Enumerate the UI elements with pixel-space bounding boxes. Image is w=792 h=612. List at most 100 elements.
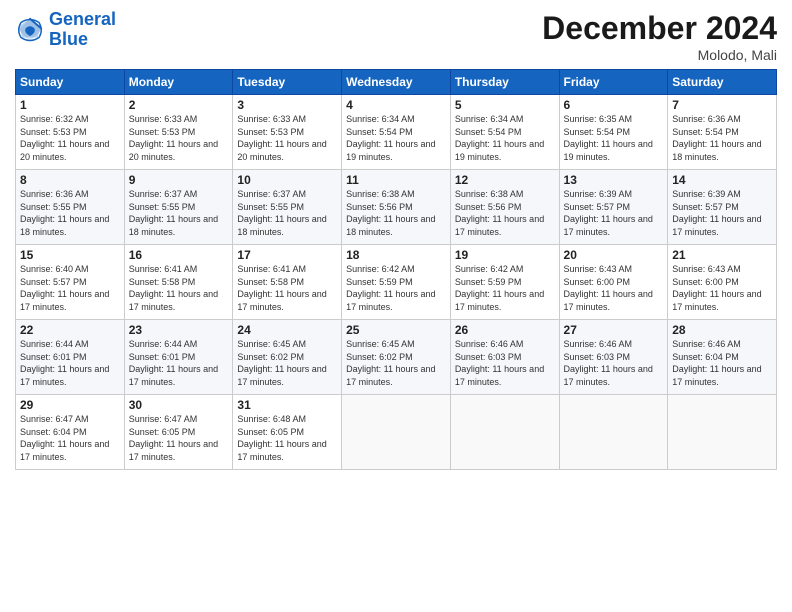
day-cell: 25 Sunrise: 6:45 AM Sunset: 6:02 PM Dayl… bbox=[342, 320, 451, 395]
weekday-row: Sunday Monday Tuesday Wednesday Thursday… bbox=[16, 70, 777, 95]
day-number: 2 bbox=[129, 98, 229, 112]
week-row-2: 8 Sunrise: 6:36 AM Sunset: 5:55 PM Dayli… bbox=[16, 170, 777, 245]
day-info: Sunrise: 6:36 AM Sunset: 5:55 PM Dayligh… bbox=[20, 188, 120, 238]
day-info: Sunrise: 6:43 AM Sunset: 6:00 PM Dayligh… bbox=[672, 263, 772, 313]
day-number: 26 bbox=[455, 323, 555, 337]
day-cell bbox=[668, 395, 777, 470]
day-number: 5 bbox=[455, 98, 555, 112]
logo-line1: General bbox=[49, 9, 116, 29]
logo-icon bbox=[15, 15, 45, 45]
subtitle: Molodo, Mali bbox=[542, 47, 777, 63]
day-number: 6 bbox=[564, 98, 664, 112]
day-info: Sunrise: 6:38 AM Sunset: 5:56 PM Dayligh… bbox=[346, 188, 446, 238]
day-info: Sunrise: 6:42 AM Sunset: 5:59 PM Dayligh… bbox=[455, 263, 555, 313]
day-cell: 13 Sunrise: 6:39 AM Sunset: 5:57 PM Dayl… bbox=[559, 170, 668, 245]
day-cell: 22 Sunrise: 6:44 AM Sunset: 6:01 PM Dayl… bbox=[16, 320, 125, 395]
day-info: Sunrise: 6:43 AM Sunset: 6:00 PM Dayligh… bbox=[564, 263, 664, 313]
day-cell: 11 Sunrise: 6:38 AM Sunset: 5:56 PM Dayl… bbox=[342, 170, 451, 245]
day-number: 16 bbox=[129, 248, 229, 262]
day-number: 4 bbox=[346, 98, 446, 112]
day-number: 19 bbox=[455, 248, 555, 262]
logo: General Blue bbox=[15, 10, 116, 50]
day-number: 11 bbox=[346, 173, 446, 187]
day-cell: 6 Sunrise: 6:35 AM Sunset: 5:54 PM Dayli… bbox=[559, 95, 668, 170]
week-row-1: 1 Sunrise: 6:32 AM Sunset: 5:53 PM Dayli… bbox=[16, 95, 777, 170]
day-cell: 12 Sunrise: 6:38 AM Sunset: 5:56 PM Dayl… bbox=[450, 170, 559, 245]
day-number: 23 bbox=[129, 323, 229, 337]
day-number: 8 bbox=[20, 173, 120, 187]
calendar-header: Sunday Monday Tuesday Wednesday Thursday… bbox=[16, 70, 777, 95]
day-info: Sunrise: 6:34 AM Sunset: 5:54 PM Dayligh… bbox=[455, 113, 555, 163]
day-number: 25 bbox=[346, 323, 446, 337]
day-info: Sunrise: 6:46 AM Sunset: 6:03 PM Dayligh… bbox=[564, 338, 664, 388]
day-cell: 19 Sunrise: 6:42 AM Sunset: 5:59 PM Dayl… bbox=[450, 245, 559, 320]
day-number: 14 bbox=[672, 173, 772, 187]
day-info: Sunrise: 6:46 AM Sunset: 6:03 PM Dayligh… bbox=[455, 338, 555, 388]
day-cell: 20 Sunrise: 6:43 AM Sunset: 6:00 PM Dayl… bbox=[559, 245, 668, 320]
day-info: Sunrise: 6:35 AM Sunset: 5:54 PM Dayligh… bbox=[564, 113, 664, 163]
day-cell: 28 Sunrise: 6:46 AM Sunset: 6:04 PM Dayl… bbox=[668, 320, 777, 395]
day-cell: 8 Sunrise: 6:36 AM Sunset: 5:55 PM Dayli… bbox=[16, 170, 125, 245]
day-info: Sunrise: 6:48 AM Sunset: 6:05 PM Dayligh… bbox=[237, 413, 337, 463]
day-cell: 1 Sunrise: 6:32 AM Sunset: 5:53 PM Dayli… bbox=[16, 95, 125, 170]
day-number: 20 bbox=[564, 248, 664, 262]
day-number: 31 bbox=[237, 398, 337, 412]
day-cell: 14 Sunrise: 6:39 AM Sunset: 5:57 PM Dayl… bbox=[668, 170, 777, 245]
calendar-body: 1 Sunrise: 6:32 AM Sunset: 5:53 PM Dayli… bbox=[16, 95, 777, 470]
day-cell: 9 Sunrise: 6:37 AM Sunset: 5:55 PM Dayli… bbox=[124, 170, 233, 245]
day-info: Sunrise: 6:47 AM Sunset: 6:04 PM Dayligh… bbox=[20, 413, 120, 463]
day-info: Sunrise: 6:33 AM Sunset: 5:53 PM Dayligh… bbox=[129, 113, 229, 163]
day-cell: 18 Sunrise: 6:42 AM Sunset: 5:59 PM Dayl… bbox=[342, 245, 451, 320]
day-cell: 26 Sunrise: 6:46 AM Sunset: 6:03 PM Dayl… bbox=[450, 320, 559, 395]
title-block: December 2024 Molodo, Mali bbox=[542, 10, 777, 63]
day-cell: 16 Sunrise: 6:41 AM Sunset: 5:58 PM Dayl… bbox=[124, 245, 233, 320]
day-info: Sunrise: 6:46 AM Sunset: 6:04 PM Dayligh… bbox=[672, 338, 772, 388]
day-number: 15 bbox=[20, 248, 120, 262]
day-number: 18 bbox=[346, 248, 446, 262]
day-info: Sunrise: 6:47 AM Sunset: 6:05 PM Dayligh… bbox=[129, 413, 229, 463]
logo-text: General Blue bbox=[49, 10, 116, 50]
header: General Blue December 2024 Molodo, Mali bbox=[15, 10, 777, 63]
day-info: Sunrise: 6:39 AM Sunset: 5:57 PM Dayligh… bbox=[564, 188, 664, 238]
col-sunday: Sunday bbox=[16, 70, 125, 95]
day-info: Sunrise: 6:39 AM Sunset: 5:57 PM Dayligh… bbox=[672, 188, 772, 238]
logo-line2: Blue bbox=[49, 29, 88, 49]
day-info: Sunrise: 6:33 AM Sunset: 5:53 PM Dayligh… bbox=[237, 113, 337, 163]
day-cell: 5 Sunrise: 6:34 AM Sunset: 5:54 PM Dayli… bbox=[450, 95, 559, 170]
day-cell: 29 Sunrise: 6:47 AM Sunset: 6:04 PM Dayl… bbox=[16, 395, 125, 470]
day-cell bbox=[342, 395, 451, 470]
main-title: December 2024 bbox=[542, 10, 777, 47]
day-info: Sunrise: 6:38 AM Sunset: 5:56 PM Dayligh… bbox=[455, 188, 555, 238]
day-number: 27 bbox=[564, 323, 664, 337]
day-info: Sunrise: 6:41 AM Sunset: 5:58 PM Dayligh… bbox=[129, 263, 229, 313]
day-info: Sunrise: 6:41 AM Sunset: 5:58 PM Dayligh… bbox=[237, 263, 337, 313]
week-row-3: 15 Sunrise: 6:40 AM Sunset: 5:57 PM Dayl… bbox=[16, 245, 777, 320]
day-number: 29 bbox=[20, 398, 120, 412]
day-info: Sunrise: 6:34 AM Sunset: 5:54 PM Dayligh… bbox=[346, 113, 446, 163]
calendar-table: Sunday Monday Tuesday Wednesday Thursday… bbox=[15, 69, 777, 470]
page: General Blue December 2024 Molodo, Mali … bbox=[0, 0, 792, 612]
day-number: 17 bbox=[237, 248, 337, 262]
day-cell: 7 Sunrise: 6:36 AM Sunset: 5:54 PM Dayli… bbox=[668, 95, 777, 170]
day-info: Sunrise: 6:32 AM Sunset: 5:53 PM Dayligh… bbox=[20, 113, 120, 163]
day-number: 30 bbox=[129, 398, 229, 412]
day-number: 13 bbox=[564, 173, 664, 187]
col-thursday: Thursday bbox=[450, 70, 559, 95]
day-number: 7 bbox=[672, 98, 772, 112]
day-number: 9 bbox=[129, 173, 229, 187]
day-info: Sunrise: 6:40 AM Sunset: 5:57 PM Dayligh… bbox=[20, 263, 120, 313]
day-cell: 27 Sunrise: 6:46 AM Sunset: 6:03 PM Dayl… bbox=[559, 320, 668, 395]
day-info: Sunrise: 6:45 AM Sunset: 6:02 PM Dayligh… bbox=[346, 338, 446, 388]
col-saturday: Saturday bbox=[668, 70, 777, 95]
day-cell: 30 Sunrise: 6:47 AM Sunset: 6:05 PM Dayl… bbox=[124, 395, 233, 470]
day-cell: 17 Sunrise: 6:41 AM Sunset: 5:58 PM Dayl… bbox=[233, 245, 342, 320]
day-number: 21 bbox=[672, 248, 772, 262]
col-wednesday: Wednesday bbox=[342, 70, 451, 95]
day-info: Sunrise: 6:45 AM Sunset: 6:02 PM Dayligh… bbox=[237, 338, 337, 388]
week-row-4: 22 Sunrise: 6:44 AM Sunset: 6:01 PM Dayl… bbox=[16, 320, 777, 395]
day-cell: 24 Sunrise: 6:45 AM Sunset: 6:02 PM Dayl… bbox=[233, 320, 342, 395]
day-number: 10 bbox=[237, 173, 337, 187]
day-cell bbox=[559, 395, 668, 470]
col-tuesday: Tuesday bbox=[233, 70, 342, 95]
day-cell: 3 Sunrise: 6:33 AM Sunset: 5:53 PM Dayli… bbox=[233, 95, 342, 170]
